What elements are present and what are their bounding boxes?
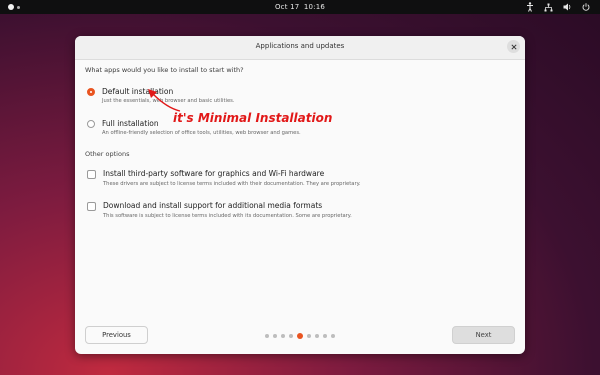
accessibility-icon[interactable] [526,2,534,12]
checkbox-third-party-software[interactable] [87,170,96,179]
checkbox-label: Download and install support for additio… [103,201,323,210]
close-icon [510,43,517,50]
page-dot [323,334,327,338]
page-dot [315,334,319,338]
install-question: What apps would you like to install to s… [85,66,244,74]
option-label: Full installation [102,119,159,128]
page-dot [273,334,277,338]
clock[interactable]: Oct 17 10:16 [0,2,600,12]
page-dot-active [297,333,303,339]
page-dot [289,334,293,338]
checkbox-description: These drivers are subject to license ter… [103,181,361,187]
network-icon[interactable] [544,3,553,12]
checkbox-description: This software is subject to license term… [103,213,352,219]
page-dot [265,334,269,338]
page-dot [307,334,311,338]
checkbox-media-formats[interactable] [87,202,96,211]
dialog-header: Applications and updates [75,36,525,60]
clock-date: Oct 17 [274,3,300,11]
top-bar: Oct 17 10:16 [0,0,600,14]
system-tray[interactable] [526,2,590,12]
clock-time: 10:16 [303,3,326,11]
volume-icon[interactable] [563,3,572,11]
radio-default-installation[interactable] [87,88,95,96]
checkbox-label: Install third-party software for graphic… [103,169,325,178]
option-description: An offline-friendly selection of office … [102,130,301,136]
next-button[interactable]: Next [452,326,515,344]
other-options-heading: Other options [85,150,130,158]
dialog-title: Applications and updates [255,42,345,50]
page-dot [281,334,285,338]
close-button[interactable] [507,40,520,53]
radio-full-installation[interactable] [87,120,95,128]
installer-dialog: Applications and updates What apps would… [75,36,525,354]
annotation-text: it's Minimal Installation [173,111,333,125]
page-dot [331,334,335,338]
power-icon[interactable] [582,3,590,11]
annotation-arrow [148,89,181,112]
